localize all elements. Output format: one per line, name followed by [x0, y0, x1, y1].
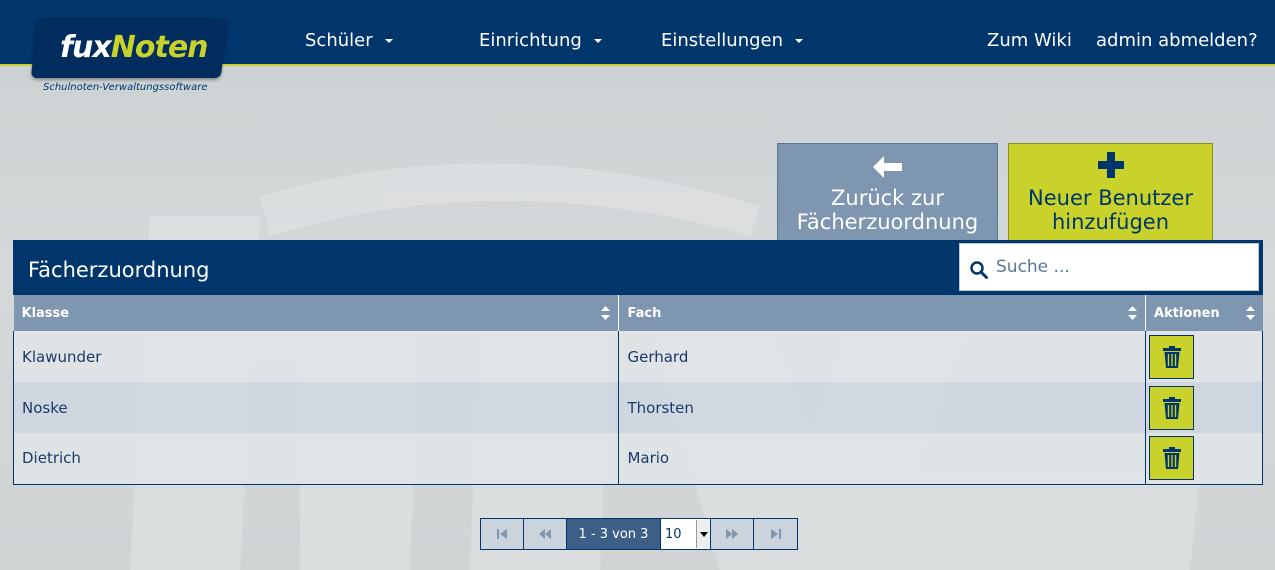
panel-title: Fächerzuordnung — [28, 258, 210, 282]
logo-tagline: Schulnoten-Verwaltungssoftware — [43, 82, 208, 93]
plus-icon — [1097, 152, 1124, 178]
delete-button[interactable] — [1149, 436, 1195, 481]
nav-einstellungen[interactable]: Einstellungen — [661, 30, 804, 51]
nav-einrichtung[interactable]: Einrichtung — [479, 30, 602, 51]
arrow-left-icon — [872, 156, 902, 178]
assignment-table: Klasse Fach Aktionen Klawunder Gerhard N… — [12, 295, 1263, 485]
search-box[interactable] — [959, 243, 1259, 291]
nav-wiki-link[interactable]: Zum Wiki — [987, 30, 1072, 51]
page-size-select[interactable]: 10 — [661, 519, 711, 549]
nav-schueler-label: Schüler — [305, 30, 373, 51]
search-icon — [970, 261, 988, 279]
delete-button[interactable] — [1149, 334, 1195, 379]
chevron-down-icon — [696, 520, 710, 548]
fast-forward-icon — [726, 529, 738, 539]
previous-page-button[interactable] — [524, 519, 567, 549]
sort-icon — [1128, 306, 1138, 320]
table-row: Dietrich Mario — [12, 433, 1263, 485]
nav-einstellungen-label: Einstellungen — [661, 30, 784, 51]
table-row: Klawunder Gerhard — [12, 331, 1263, 382]
table-row: Noske Thorsten — [12, 382, 1263, 433]
nav-einrichtung-label: Einrichtung — [479, 30, 582, 51]
sort-icon — [601, 306, 611, 320]
first-page-button[interactable] — [481, 519, 524, 549]
delete-button[interactable] — [1149, 385, 1195, 430]
cell-klasse: Dietrich — [12, 433, 620, 485]
column-header-label: Klasse — [21, 305, 70, 321]
back-button-label-line1: Zurück zur — [831, 186, 944, 210]
pagination: 1 - 3 von 3 10 — [480, 518, 798, 550]
nav-schueler[interactable]: Schüler — [305, 30, 393, 51]
add-user-button[interactable]: Neuer Benutzer hinzufügen — [1008, 143, 1213, 241]
add-user-label-line1: Neuer Benutzer — [1028, 186, 1193, 210]
trash-icon — [1162, 345, 1181, 368]
add-user-label-line2: hinzufügen — [1051, 210, 1170, 234]
cell-actions — [1145, 433, 1263, 485]
trash-icon — [1162, 447, 1181, 470]
cell-klasse: Noske — [12, 382, 620, 433]
column-header-label: Aktionen — [1154, 305, 1220, 321]
cell-actions — [1145, 331, 1263, 382]
first-page-icon — [497, 529, 507, 539]
cell-klasse: Klawunder — [12, 331, 620, 382]
search-input[interactable] — [996, 252, 1246, 282]
page-size-value: 10 — [665, 526, 682, 542]
chevron-down-icon — [795, 39, 804, 43]
back-to-assignment-button[interactable]: Zurück zur Fächerzuordnung — [777, 143, 998, 241]
logo: fuxNoten — [60, 30, 209, 65]
panel-header: Fächerzuordnung — [13, 240, 1263, 295]
sort-icon — [1245, 306, 1255, 320]
back-button-label-line2: Fächerzuordnung — [796, 210, 979, 234]
column-header-fach[interactable]: Fach — [618, 295, 1147, 331]
next-page-button[interactable] — [711, 519, 754, 549]
last-page-button[interactable] — [754, 519, 797, 549]
rewind-icon — [539, 529, 551, 539]
column-header-label: Fach — [627, 305, 662, 321]
column-header-aktionen[interactable]: Aktionen — [1145, 295, 1263, 331]
cell-fach: Thorsten — [618, 382, 1147, 433]
cell-fach: Mario — [618, 433, 1147, 485]
trash-icon — [1162, 396, 1181, 419]
cell-actions — [1145, 382, 1263, 433]
page-info: 1 - 3 von 3 — [567, 519, 661, 549]
column-header-klasse[interactable]: Klasse — [13, 295, 620, 331]
chevron-down-icon — [593, 39, 602, 43]
last-page-icon — [770, 529, 781, 539]
chevron-down-icon — [384, 39, 393, 43]
nav-logout-link[interactable]: admin abmelden? — [1096, 30, 1258, 51]
cell-fach: Gerhard — [618, 331, 1147, 382]
